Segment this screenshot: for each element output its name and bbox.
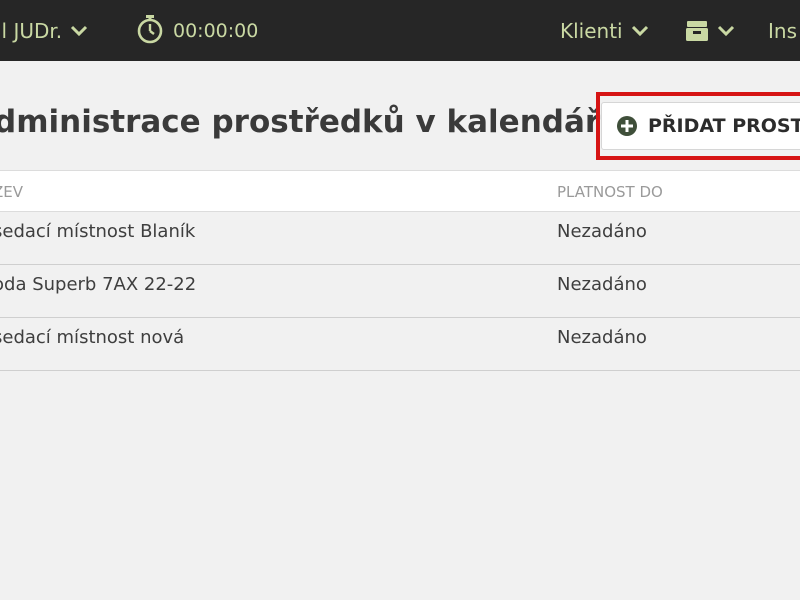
resource-name: sedací místnost nová bbox=[0, 327, 185, 348]
clients-menu-label: Klienti bbox=[560, 18, 623, 43]
resource-valid-until: Nezadáno bbox=[557, 221, 647, 242]
tray-menu[interactable] bbox=[685, 0, 735, 61]
user-menu[interactable]: il JUDr. bbox=[0, 0, 88, 61]
column-header-valid-until[interactable]: PLATNOST DO bbox=[557, 183, 663, 201]
resources-table: ZEV PLATNOST DO sedací místnost Blaník N… bbox=[0, 170, 800, 371]
chevron-down-icon bbox=[71, 25, 88, 36]
highlight-frame bbox=[596, 92, 800, 160]
resource-valid-until: Nezadáno bbox=[557, 274, 647, 295]
resource-name: oda Superb 7AX 22-22 bbox=[0, 274, 197, 295]
resource-valid-until: Nezadáno bbox=[557, 327, 647, 348]
archive-box-icon bbox=[686, 20, 708, 41]
chevron-down-icon bbox=[717, 25, 735, 36]
user-name: il JUDr. bbox=[0, 18, 63, 43]
table-row[interactable]: oda Superb 7AX 22-22 Nezadáno bbox=[0, 265, 800, 318]
stopwatch-icon bbox=[137, 14, 163, 43]
chevron-down-icon bbox=[631, 25, 648, 36]
resource-name: sedací místnost Blaník bbox=[0, 221, 196, 242]
timer-display: 00:00:00 bbox=[173, 19, 259, 42]
table-row[interactable]: sedací místnost Blaník Nezadáno bbox=[0, 212, 800, 265]
inbox-menu[interactable]: Ins bbox=[768, 0, 797, 61]
page-title: dministrace prostředků v kalendáři bbox=[0, 104, 611, 140]
time-tracker[interactable]: 00:00:00 bbox=[137, 0, 258, 61]
column-header-name[interactable]: ZEV bbox=[0, 183, 23, 201]
clients-menu[interactable]: Klienti bbox=[560, 0, 649, 61]
top-navigation-bar: il JUDr. 00:00:00 Klienti Ins bbox=[0, 0, 800, 61]
table-row[interactable]: sedací místnost nová Nezadáno bbox=[0, 318, 800, 371]
table-header: ZEV PLATNOST DO bbox=[0, 170, 800, 212]
inbox-menu-label: Ins bbox=[768, 18, 797, 43]
